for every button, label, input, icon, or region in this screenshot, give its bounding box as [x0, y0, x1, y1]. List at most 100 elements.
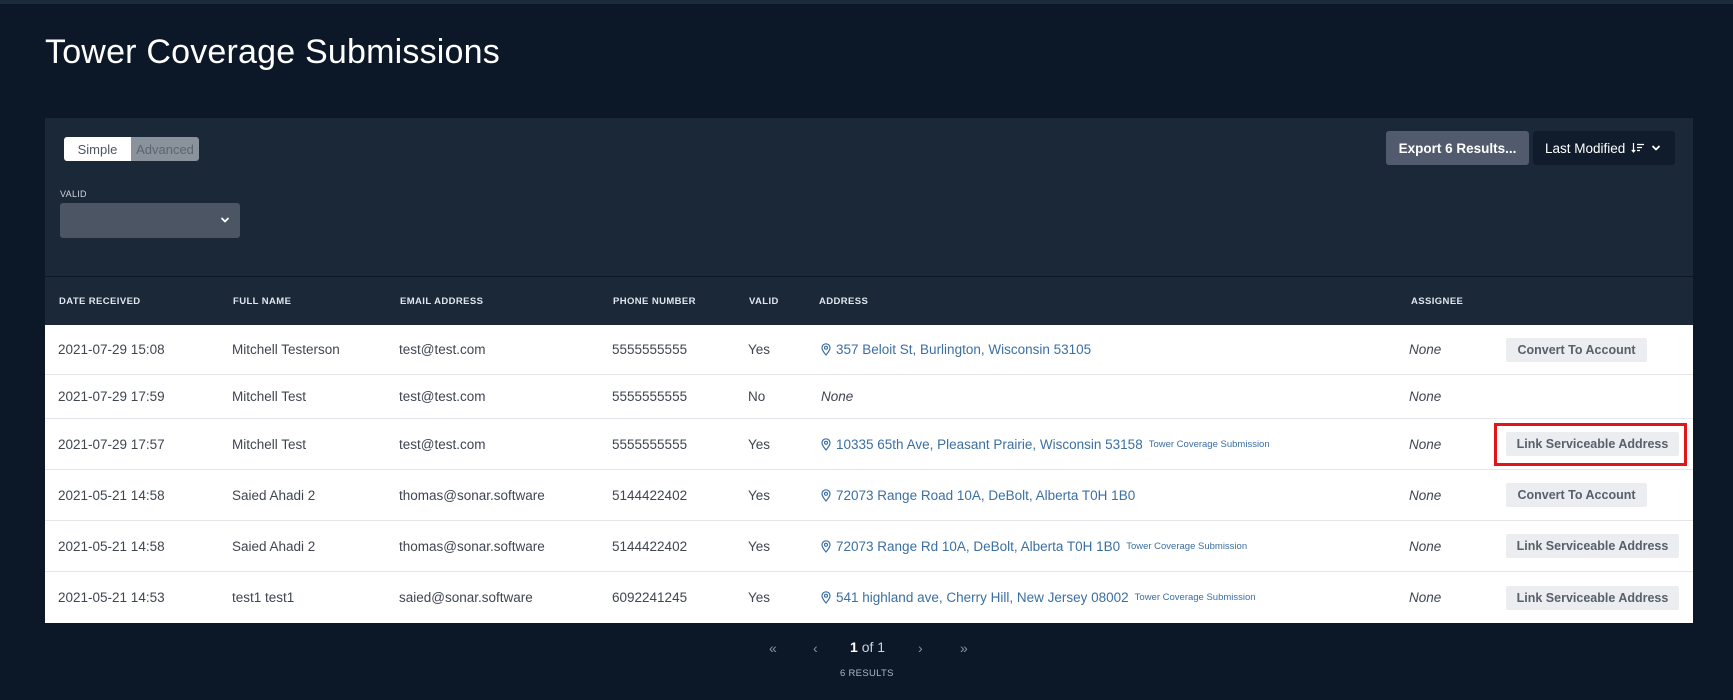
date-received-cell: 2021-07-29 17:59	[58, 389, 165, 404]
map-pin-icon	[821, 488, 831, 502]
date-received-cell: 2021-05-21 14:58	[58, 538, 165, 554]
action-cell: Link Serviceable Address	[1506, 521, 1679, 571]
header-valid[interactable]: VALID	[749, 296, 779, 307]
last-page-button[interactable]: »	[960, 640, 968, 656]
valid-cell: Yes	[748, 590, 771, 605]
address-link[interactable]: 541 highland ave, Cherry Hill, New Jerse…	[821, 590, 1129, 605]
address-text: 541 highland ave, Cherry Hill, New Jerse…	[836, 590, 1129, 605]
assignee-cell: None	[1409, 342, 1442, 357]
date-received-cell: 2021-05-21 14:58	[58, 487, 165, 503]
link-serviceable-address-button[interactable]: Link Serviceable Address	[1506, 534, 1679, 558]
results-count: 6 RESULTS	[840, 668, 894, 679]
submission-tag: Tower Coverage Submission	[1148, 438, 1270, 450]
address-cell: 541 highland ave, Cherry Hill, New Jerse…	[821, 572, 1256, 623]
map-pin-icon	[821, 539, 831, 553]
full-name-cell: Saied Ahadi 2	[232, 538, 316, 554]
date-received-cell: 2021-05-21 14:53	[58, 590, 165, 605]
email-cell: test@test.com	[399, 342, 486, 357]
table-row[interactable]: 2021-05-21 14:58 Saied Ahadi 2 thomas@so…	[45, 470, 1693, 521]
page-indicator: 1 of 1	[850, 639, 885, 655]
sort-dropdown[interactable]: Last Modified	[1533, 131, 1675, 165]
convert-to-account-button[interactable]: Convert To Account	[1506, 337, 1647, 362]
full-name-cell: Saied Ahadi 2	[232, 487, 316, 503]
email-cell: thomas@sonar.software	[399, 487, 545, 503]
table-row[interactable]: 2021-07-29 17:59 Mitchell Test test@test…	[45, 375, 1693, 419]
address-cell: None	[821, 389, 854, 404]
submissions-table: 2021-07-29 15:08 Mitchell Testerson test…	[45, 325, 1693, 623]
valid-filter-label: VALID	[60, 189, 87, 199]
page-title: Tower Coverage Submissions	[45, 33, 500, 71]
email-cell: test@test.com	[399, 436, 486, 452]
assignee-cell: None	[1409, 590, 1442, 605]
convert-to-account-button[interactable]: Convert To Account	[1506, 483, 1647, 507]
valid-cell: Yes	[748, 487, 771, 503]
assignee-cell: None	[1409, 487, 1442, 503]
sort-descending-icon	[1631, 143, 1645, 153]
table-row[interactable]: 2021-07-29 17:57 Mitchell Test test@test…	[45, 419, 1693, 470]
mode-advanced-button[interactable]: Advanced	[131, 137, 199, 161]
chevron-down-icon	[221, 217, 229, 223]
email-cell: test@test.com	[399, 389, 486, 404]
next-page-button[interactable]: ›	[918, 640, 923, 656]
link-serviceable-address-button[interactable]: Link Serviceable Address	[1506, 585, 1679, 610]
header-email-address[interactable]: EMAIL ADDRESS	[400, 296, 483, 307]
header-phone-number[interactable]: PHONE NUMBER	[613, 296, 696, 307]
valid-cell: Yes	[748, 342, 771, 357]
address-link[interactable]: 72073 Range Road 10A, DeBolt, Alberta T0…	[821, 488, 1135, 503]
address-text: 10335 65th Ave, Pleasant Prairie, Wiscon…	[836, 436, 1143, 452]
address-link[interactable]: 72073 Range Rd 10A, DeBolt, Alberta T0H …	[821, 539, 1120, 554]
phone-cell: 5144422402	[612, 487, 688, 503]
map-pin-icon	[821, 591, 831, 604]
page-total: of 1	[861, 639, 886, 655]
header-address[interactable]: ADDRESS	[819, 296, 868, 307]
submission-tag: Tower Coverage Submission	[1134, 592, 1256, 603]
table-row[interactable]: 2021-07-29 15:08 Mitchell Testerson test…	[45, 325, 1693, 375]
search-mode-toggle: Simple Advanced	[64, 137, 199, 161]
phone-cell: 6092241245	[612, 590, 688, 605]
assignee-cell: None	[1409, 389, 1442, 404]
phone-cell: 5555555555	[612, 389, 688, 404]
valid-cell: Yes	[748, 538, 771, 554]
phone-cell: 5555555555	[612, 342, 688, 357]
phone-cell: 5555555555	[612, 436, 688, 452]
previous-page-button[interactable]: ‹	[813, 640, 818, 656]
address-text: 72073 Range Road 10A, DeBolt, Alberta T0…	[836, 487, 1136, 503]
address-link[interactable]: 10335 65th Ave, Pleasant Prairie, Wiscon…	[821, 437, 1143, 452]
header-assignee[interactable]: ASSIGNEE	[1411, 296, 1463, 307]
sort-label: Last Modified	[1545, 140, 1626, 156]
address-text: 72073 Range Rd 10A, DeBolt, Alberta T0H …	[836, 538, 1121, 554]
mode-simple-button[interactable]: Simple	[64, 137, 131, 161]
export-results-button[interactable]: Export 6 Results...	[1386, 131, 1529, 165]
header-full-name[interactable]: FULL NAME	[233, 296, 291, 307]
action-cell: Link Serviceable Address	[1506, 419, 1679, 469]
date-received-cell: 2021-07-29 17:57	[58, 436, 165, 452]
submission-tag: Tower Coverage Submission	[1126, 540, 1248, 552]
top-divider	[0, 0, 1733, 4]
address-cell: 10335 65th Ave, Pleasant Prairie, Wiscon…	[821, 419, 1270, 469]
action-cell: Link Serviceable Address	[1506, 572, 1679, 623]
date-received-cell: 2021-07-29 15:08	[58, 342, 165, 357]
table-row[interactable]: 2021-05-21 14:58 Saied Ahadi 2 thomas@so…	[45, 521, 1693, 572]
action-cell: Convert To Account	[1506, 470, 1647, 520]
chevron-down-icon	[1652, 145, 1661, 151]
first-page-button[interactable]: «	[769, 640, 777, 656]
map-pin-icon	[821, 437, 831, 451]
valid-cell: Yes	[748, 436, 771, 452]
assignee-cell: None	[1409, 436, 1442, 452]
link-serviceable-address-button[interactable]: Link Serviceable Address	[1506, 432, 1679, 456]
full-name-cell: test1 test1	[232, 590, 295, 605]
phone-cell: 5144422402	[612, 538, 688, 554]
valid-filter-select[interactable]	[60, 203, 240, 238]
header-date-received[interactable]: DATE RECEIVED	[59, 296, 141, 307]
assignee-cell: None	[1409, 538, 1442, 554]
valid-cell: No	[748, 389, 766, 404]
address-link[interactable]: 357 Beloit St, Burlington, Wisconsin 531…	[821, 342, 1091, 357]
email-cell: thomas@sonar.software	[399, 538, 545, 554]
table-header: DATE RECEIVED FULL NAME EMAIL ADDRESS PH…	[45, 277, 1693, 325]
address-cell: 72073 Range Rd 10A, DeBolt, Alberta T0H …	[821, 521, 1247, 571]
table-row[interactable]: 2021-05-21 14:53 test1 test1 saied@sonar…	[45, 572, 1693, 623]
email-cell: saied@sonar.software	[399, 590, 533, 605]
map-pin-icon	[821, 343, 831, 356]
address-text: 357 Beloit St, Burlington, Wisconsin 531…	[836, 342, 1092, 357]
action-cell: Convert To Account	[1506, 325, 1647, 374]
